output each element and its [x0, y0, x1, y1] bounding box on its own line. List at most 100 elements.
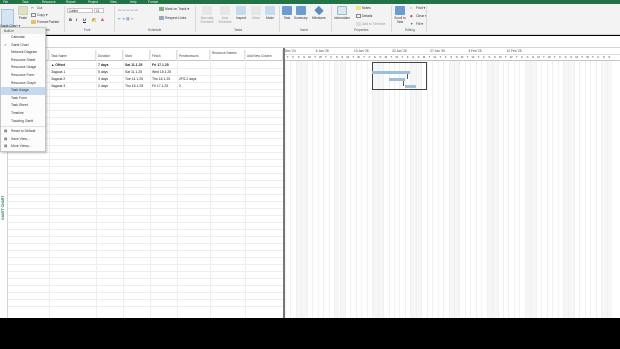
cell-duration[interactable]: 7 days [96, 62, 123, 69]
menu-item-save-view[interactable]: ▤ Save View... [1, 136, 45, 144]
cut-button[interactable]: ✂ Cut [31, 6, 42, 10]
empty-table-row[interactable] [8, 118, 283, 125]
cell-pred[interactable] [177, 62, 210, 69]
details-button[interactable]: Details [356, 14, 372, 18]
indent-buttons[interactable]: ⇤ ⇥ ⛓ ✂ [118, 17, 134, 21]
notes-button[interactable]: Notes [356, 6, 371, 10]
empty-table-row[interactable] [8, 293, 283, 300]
cell-finish[interactable]: Wed 15.1.25 [150, 69, 177, 76]
table-row[interactable]: Задача 32 days Thu 16.1.25 Fri 17.1.25 2 [8, 83, 283, 90]
column-header-resource-names[interactable]: Resource Names [210, 50, 245, 61]
empty-table-row[interactable] [8, 300, 283, 307]
mark-on-track-button[interactable]: Mark on Track ▾ [159, 7, 189, 11]
menu-item-more-views[interactable]: ▤ More Views... [1, 143, 45, 151]
font-size-select[interactable]: 11 [94, 8, 104, 13]
bold-button[interactable]: B [69, 17, 72, 22]
fill-button[interactable]: ▼ Fill ▾ [410, 22, 423, 26]
italic-button[interactable]: I [76, 17, 77, 22]
empty-table-row[interactable] [8, 251, 283, 258]
cell-start[interactable]: Sat 11.1.25 [123, 62, 150, 69]
table-row[interactable]: ▲ Offset 7 days Sat 11.1.25 Fri 17.1.25 [8, 62, 283, 69]
menu-item-view[interactable]: Resource Usage [1, 64, 45, 72]
task-bar[interactable] [372, 70, 411, 74]
highlight-color-icon[interactable]: ◩ [92, 17, 96, 22]
empty-table-row[interactable] [8, 104, 283, 111]
clear-button[interactable]: ◆ Clear ▾ [410, 14, 427, 18]
respect-links-button[interactable]: Respect Links [159, 16, 186, 20]
milestone-button[interactable]: Milestone [312, 5, 326, 20]
table-row[interactable]: Задача 23 days Tue 14.1.25 Thu 16.1.25 2FS-… [8, 76, 283, 83]
cell-duration[interactable]: 2 days [96, 83, 123, 90]
cell-start[interactable]: Thu 16.1.25 [123, 83, 150, 90]
empty-table-row[interactable] [8, 230, 283, 237]
menu-item-view[interactable]: Task Sheet [1, 102, 45, 110]
cell-finish[interactable]: Fri 17.1.25 [150, 62, 177, 69]
cell-name[interactable]: Задача 3 [49, 83, 96, 90]
scroll-to-task-button[interactable]: Scroll to Task [394, 6, 406, 24]
format-painter-button[interactable]: Format Painter [31, 20, 59, 24]
cell-finish[interactable]: Thu 16.1.25 [150, 76, 177, 83]
empty-table-row[interactable] [8, 237, 283, 244]
column-header-duration[interactable]: Duration [96, 50, 123, 61]
column-header-add-new-column[interactable]: Add New Column [245, 50, 283, 61]
menu-item-view[interactable]: Tracking Gantt [1, 118, 45, 126]
empty-table-row[interactable] [8, 202, 283, 209]
task-button[interactable]: Task [282, 6, 292, 20]
cell-pred[interactable] [177, 69, 210, 76]
empty-table-row[interactable] [8, 209, 283, 216]
cell-name[interactable]: ▲ Offset [49, 62, 96, 69]
empty-table-row[interactable] [8, 258, 283, 265]
empty-table-row[interactable] [8, 272, 283, 279]
manually-schedule-button[interactable]: Manually Schedule [199, 6, 215, 24]
empty-table-row[interactable] [8, 188, 283, 195]
empty-table-row[interactable] [8, 244, 283, 251]
cell-pred[interactable]: 2 [177, 83, 210, 90]
empty-table-row[interactable] [8, 181, 283, 188]
menu-item-view[interactable]: Task Usage [1, 87, 45, 95]
add-to-timeline-button[interactable]: Add to Timeline [356, 22, 385, 26]
copy-button[interactable]: Copy ▾ [31, 13, 48, 17]
empty-table-row[interactable] [8, 146, 283, 153]
summary-button[interactable]: Summary [294, 6, 308, 20]
inspect-button[interactable]: Inspect [236, 6, 246, 20]
move-button[interactable]: Move [251, 6, 261, 20]
empty-table-row[interactable] [8, 160, 283, 167]
column-header-predecessors[interactable]: Predecessors [177, 50, 210, 61]
empty-table-row[interactable] [8, 111, 283, 118]
cell-start[interactable]: Tue 14.1.25 [123, 76, 150, 83]
column-header-finish[interactable]: Finish [150, 50, 177, 61]
menu-item-view[interactable]: Resource Form [1, 72, 45, 80]
empty-table-row[interactable] [8, 167, 283, 174]
empty-table-row[interactable] [8, 97, 283, 104]
summary-task-outline[interactable] [372, 62, 427, 90]
table-row[interactable]: Задача 15 days Sat 11.1.25 Wed 15.1.25 [8, 69, 283, 76]
empty-table-row[interactable] [8, 153, 283, 160]
empty-table-row[interactable] [8, 132, 283, 139]
menu-item-view[interactable]: Network Diagram [1, 49, 45, 57]
cell-duration[interactable]: 3 days [96, 76, 123, 83]
task-bar[interactable] [404, 84, 416, 88]
menu-item-view[interactable]: ✓ Gantt Chart [1, 42, 45, 50]
menu-item-view[interactable]: Resource Graph [1, 80, 45, 88]
empty-table-row[interactable] [8, 90, 283, 97]
font-name-select[interactable]: Calibri [67, 8, 93, 13]
empty-table-row[interactable] [8, 216, 283, 223]
empty-table-row[interactable] [8, 279, 283, 286]
empty-table-row[interactable] [8, 174, 283, 181]
column-header-task-name[interactable]: Task Name [49, 50, 96, 61]
find-button[interactable]: ⌕ Find ▾ [410, 6, 425, 10]
empty-table-row[interactable] [8, 139, 283, 146]
font-color-icon[interactable]: A [101, 17, 104, 22]
empty-table-row[interactable] [8, 286, 283, 293]
cell-finish[interactable]: Fri 17.1.25 [150, 83, 177, 90]
menu-item-reset-to-default[interactable]: ▤ Reset to Default [1, 128, 45, 136]
empty-table-row[interactable] [8, 195, 283, 202]
column-header-start[interactable]: Start [123, 50, 150, 61]
percent-complete-buttons[interactable]: ▭▭▭▭▭ [118, 8, 139, 12]
menu-item-view[interactable]: Calendar [1, 34, 45, 42]
cell-pred[interactable]: 2FS-2 days [177, 76, 210, 83]
cell-duration[interactable]: 5 days [96, 69, 123, 76]
mode-button[interactable]: Mode [265, 6, 275, 20]
underline-button[interactable]: U [83, 17, 86, 22]
menu-item-view[interactable]: Task Form [1, 95, 45, 103]
